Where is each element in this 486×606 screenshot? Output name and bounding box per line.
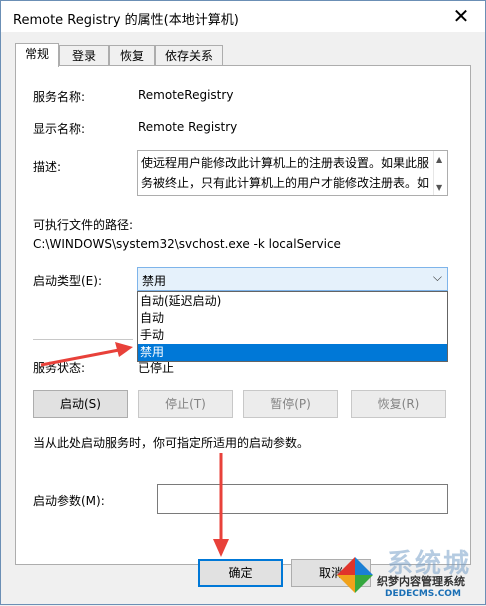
windows-logo-icon bbox=[337, 557, 373, 593]
path-label: 可执行文件的路径: bbox=[33, 218, 134, 232]
description-text: 使远程用户能修改此计算机上的注册表设置。如果此服 务被终止，只有此计算机上的用户… bbox=[141, 153, 431, 193]
close-icon[interactable]: ✕ bbox=[447, 5, 475, 27]
path-value: C:\WINDOWS\system32\svchost.exe -k local… bbox=[33, 237, 341, 251]
resume-button[interactable]: 恢复(R) bbox=[351, 390, 446, 418]
pause-button[interactable]: 暂停(P) bbox=[243, 390, 338, 418]
watermark: 系统城 织梦内容管理系统 DEDECMS.COM bbox=[331, 541, 485, 605]
properties-dialog: Remote Registry 的属性(本地计算机) ✕ 常规 登录 恢复 依存… bbox=[0, 0, 486, 605]
scroll-down-icon[interactable]: ▼ bbox=[436, 183, 442, 192]
service-name-value: RemoteRegistry bbox=[138, 88, 234, 102]
start-button[interactable]: 启动(S) bbox=[33, 390, 128, 418]
tab-recovery[interactable]: 恢复 bbox=[109, 45, 155, 65]
title-bar: Remote Registry 的属性(本地计算机) ✕ bbox=[1, 1, 485, 32]
watermark-url: DEDECMS.COM bbox=[385, 589, 461, 599]
tab-general[interactable]: 常规 bbox=[15, 43, 59, 67]
ok-button[interactable]: 确定 bbox=[198, 559, 283, 587]
startup-type-dropdown: 自动(延迟启动) 自动 手动 禁用 bbox=[137, 291, 448, 362]
description-box[interactable]: 使远程用户能修改此计算机上的注册表设置。如果此服 务被终止，只有此计算机上的用户… bbox=[137, 150, 448, 196]
option-auto-delayed[interactable]: 自动(延迟启动) bbox=[138, 293, 447, 310]
stop-button[interactable]: 停止(T) bbox=[138, 390, 233, 418]
divider bbox=[33, 339, 133, 340]
watermark-text: 织梦内容管理系统 bbox=[377, 575, 465, 588]
chevron-down-icon: ⌵ bbox=[432, 270, 442, 284]
service-name-label: 服务名称: bbox=[33, 90, 86, 104]
start-params-label: 启动参数(M): bbox=[33, 494, 105, 508]
description-line-1: 使远程用户能修改此计算机上的注册表设置。如果此服 bbox=[141, 156, 430, 170]
start-params-hint: 当从此处启动服务时，你可指定所适用的启动参数。 bbox=[33, 436, 310, 450]
tab-logon[interactable]: 登录 bbox=[59, 45, 109, 65]
description-scrollbar[interactable]: ▲ ▼ bbox=[433, 151, 447, 195]
option-disabled[interactable]: 禁用 bbox=[138, 344, 447, 361]
service-status-label: 服务状态: bbox=[33, 361, 86, 375]
option-manual[interactable]: 手动 bbox=[138, 327, 447, 344]
startup-type-label: 启动类型(E): bbox=[33, 274, 102, 288]
display-name-value: Remote Registry bbox=[138, 120, 238, 134]
tab-dependencies[interactable]: 依存关系 bbox=[155, 45, 223, 65]
description-line-2: 务被终止，只有此计算机上的用户才能修改注册表。如 bbox=[141, 176, 430, 190]
startup-type-value: 禁用 bbox=[142, 274, 167, 288]
display-name-label: 显示名称: bbox=[33, 122, 86, 136]
startup-type-select[interactable]: 禁用 ⌵ bbox=[137, 267, 448, 291]
start-params-input[interactable] bbox=[157, 484, 448, 514]
option-auto[interactable]: 自动 bbox=[138, 310, 447, 327]
window-title: Remote Registry 的属性(本地计算机) bbox=[13, 13, 239, 28]
description-label: 描述: bbox=[33, 160, 62, 174]
scroll-up-icon[interactable]: ▲ bbox=[436, 155, 442, 164]
